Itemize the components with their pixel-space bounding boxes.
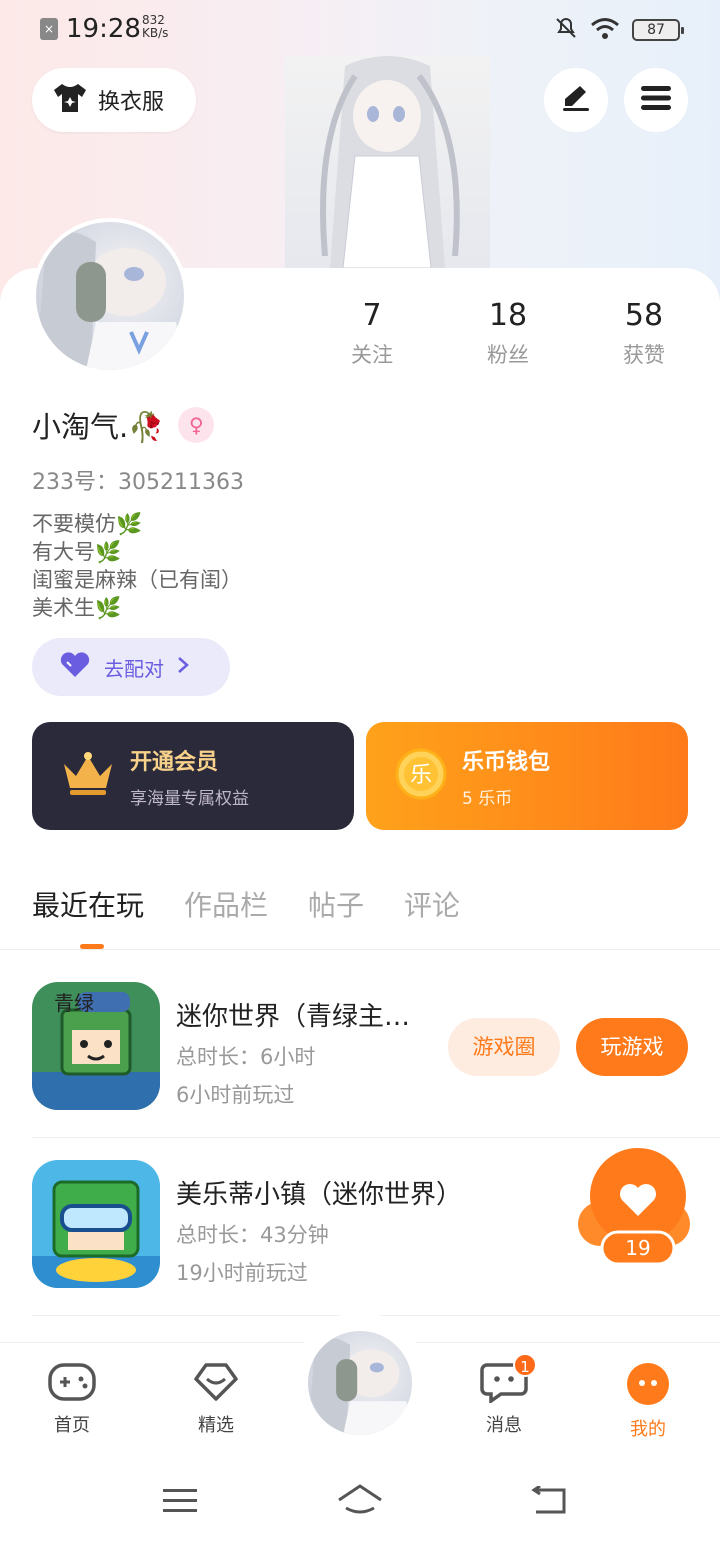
bio-line: 有大号🌿 — [32, 540, 122, 564]
bottom-nav: 首页 精选 1 消息 我的 — [0, 1313, 720, 1454]
stat-following[interactable]: 7 关注 — [304, 298, 440, 369]
tab-recent[interactable]: 最近在玩 — [32, 884, 144, 924]
play-game-button[interactable]: 玩游戏 — [576, 1018, 688, 1076]
profile-stats: 7 关注 18 粉丝 58 获赞 — [304, 298, 712, 369]
nav-label: 首页 — [54, 1415, 90, 1436]
game-last-played: 19小时前玩过 — [176, 1261, 308, 1285]
face-icon — [625, 1363, 671, 1411]
nav-label: 我的 — [630, 1419, 666, 1440]
vip-title: 开通会员 — [130, 749, 219, 775]
back-icon[interactable] — [530, 1484, 568, 1520]
wifi-icon — [590, 16, 620, 44]
stat-label: 关注 — [351, 343, 393, 367]
game-icon — [32, 1160, 160, 1288]
bio-line: 不要模仿🌿 — [32, 512, 143, 536]
username: 小淘气.🥀 — [32, 410, 165, 444]
heart-icon — [58, 651, 92, 683]
like-fab[interactable]: 19 — [578, 1146, 690, 1268]
vip-subtitle: 享海量专属权益 — [130, 788, 249, 809]
stat-followers[interactable]: 18 粉丝 — [440, 298, 576, 369]
chevron-right-icon — [176, 655, 190, 679]
profile-avatar[interactable] — [32, 218, 188, 374]
center-avatar-button[interactable] — [304, 1327, 416, 1439]
nav-label: 消息 — [486, 1415, 522, 1436]
like-count: 19 — [625, 1236, 651, 1260]
tab-comments[interactable]: 评论 — [404, 884, 460, 924]
female-icon: ♀ — [178, 407, 215, 443]
status-bar: × 19:28 832 KB/s 87 — [0, 0, 720, 56]
bio-line: 闺蜜是麻辣（已有闺） — [32, 568, 242, 592]
tabs-divider — [0, 949, 720, 950]
user-id: 233号：305211363 — [32, 470, 244, 495]
heart-diamond-icon — [191, 1363, 241, 1407]
hamburger-icon — [640, 84, 672, 116]
gamepad-icon — [47, 1363, 97, 1407]
nav-home[interactable]: 首页 — [22, 1361, 122, 1437]
wallet-balance: 5 乐币 — [462, 788, 513, 809]
system-nav-bar — [0, 1454, 720, 1544]
game-title: 美乐蒂小镇（迷你世界） — [176, 1180, 463, 1210]
game-duration: 总时长：6小时 — [176, 1045, 316, 1069]
content-tabs: 最近在玩 作品栏 帖子 评论 — [32, 884, 460, 924]
message-badge: 1 — [513, 1353, 537, 1377]
shirt-icon — [52, 82, 88, 118]
stat-value: 18 — [488, 298, 528, 333]
crown-icon — [60, 750, 116, 802]
tab-works[interactable]: 作品栏 — [184, 884, 268, 924]
game-row[interactable]: 青绿 迷你世界（青绿主… 总时长：6小时 6小时前玩过 游戏圈 玩游戏 — [32, 960, 720, 1138]
nav-label: 精选 — [198, 1415, 234, 1436]
game-icon: 青绿 — [32, 982, 160, 1110]
stat-label: 粉丝 — [487, 343, 529, 367]
game-duration: 总时长：43分钟 — [176, 1223, 329, 1247]
battery-indicator: 87 — [632, 19, 684, 41]
stat-likes[interactable]: 58 获赞 — [576, 298, 712, 369]
mute-icon — [554, 16, 578, 44]
home-icon[interactable] — [336, 1482, 384, 1522]
game-circle-button[interactable]: 游戏圈 — [448, 1018, 560, 1076]
network-speed: 832 KB/s — [142, 13, 169, 40]
svg-text:青绿: 青绿 — [54, 991, 94, 1015]
edit-button[interactable] — [544, 68, 608, 132]
status-time: 19:28 — [66, 14, 141, 44]
bio-line: 美术生🌿 — [32, 596, 122, 620]
stat-value: 58 — [624, 298, 664, 333]
menu-button[interactable] — [624, 68, 688, 132]
banner-character-image — [285, 56, 490, 269]
no-sim-icon: × — [40, 18, 58, 40]
coin-icon: 乐 — [394, 747, 448, 805]
match-button[interactable]: 去配对 — [32, 638, 230, 696]
match-label: 去配对 — [104, 656, 164, 681]
profile-info: 小淘气.🥀 ♀ 233号：305211363 不要模仿🌿 有大号🌿 闺蜜是麻辣（… — [32, 404, 244, 696]
vip-card[interactable]: 开通会员 享海量专属权益 — [32, 722, 354, 830]
recents-icon[interactable] — [162, 1486, 198, 1520]
game-last-played: 6小时前玩过 — [176, 1083, 295, 1107]
chat-icon: 1 — [479, 1353, 537, 1407]
nav-messages[interactable]: 1 消息 — [454, 1353, 554, 1437]
pen-icon — [560, 82, 592, 118]
bio: 不要模仿🌿 有大号🌿 闺蜜是麻辣（已有闺） 美术生🌿 — [32, 510, 244, 622]
wallet-title: 乐币钱包 — [462, 749, 551, 775]
change-outfit-label: 换衣服 — [98, 90, 165, 115]
nav-me[interactable]: 我的 — [598, 1361, 698, 1441]
game-title: 迷你世界（青绿主… — [176, 1002, 411, 1032]
svg-text:乐: 乐 — [410, 763, 432, 788]
wallet-card[interactable]: 乐 乐币钱包 5 乐币 — [366, 722, 688, 830]
stat-label: 获赞 — [623, 343, 665, 367]
change-outfit-button[interactable]: 换衣服 — [32, 68, 196, 132]
stat-value: 7 — [362, 298, 382, 333]
nav-featured[interactable]: 精选 — [166, 1361, 266, 1437]
tab-posts[interactable]: 帖子 — [308, 884, 364, 924]
